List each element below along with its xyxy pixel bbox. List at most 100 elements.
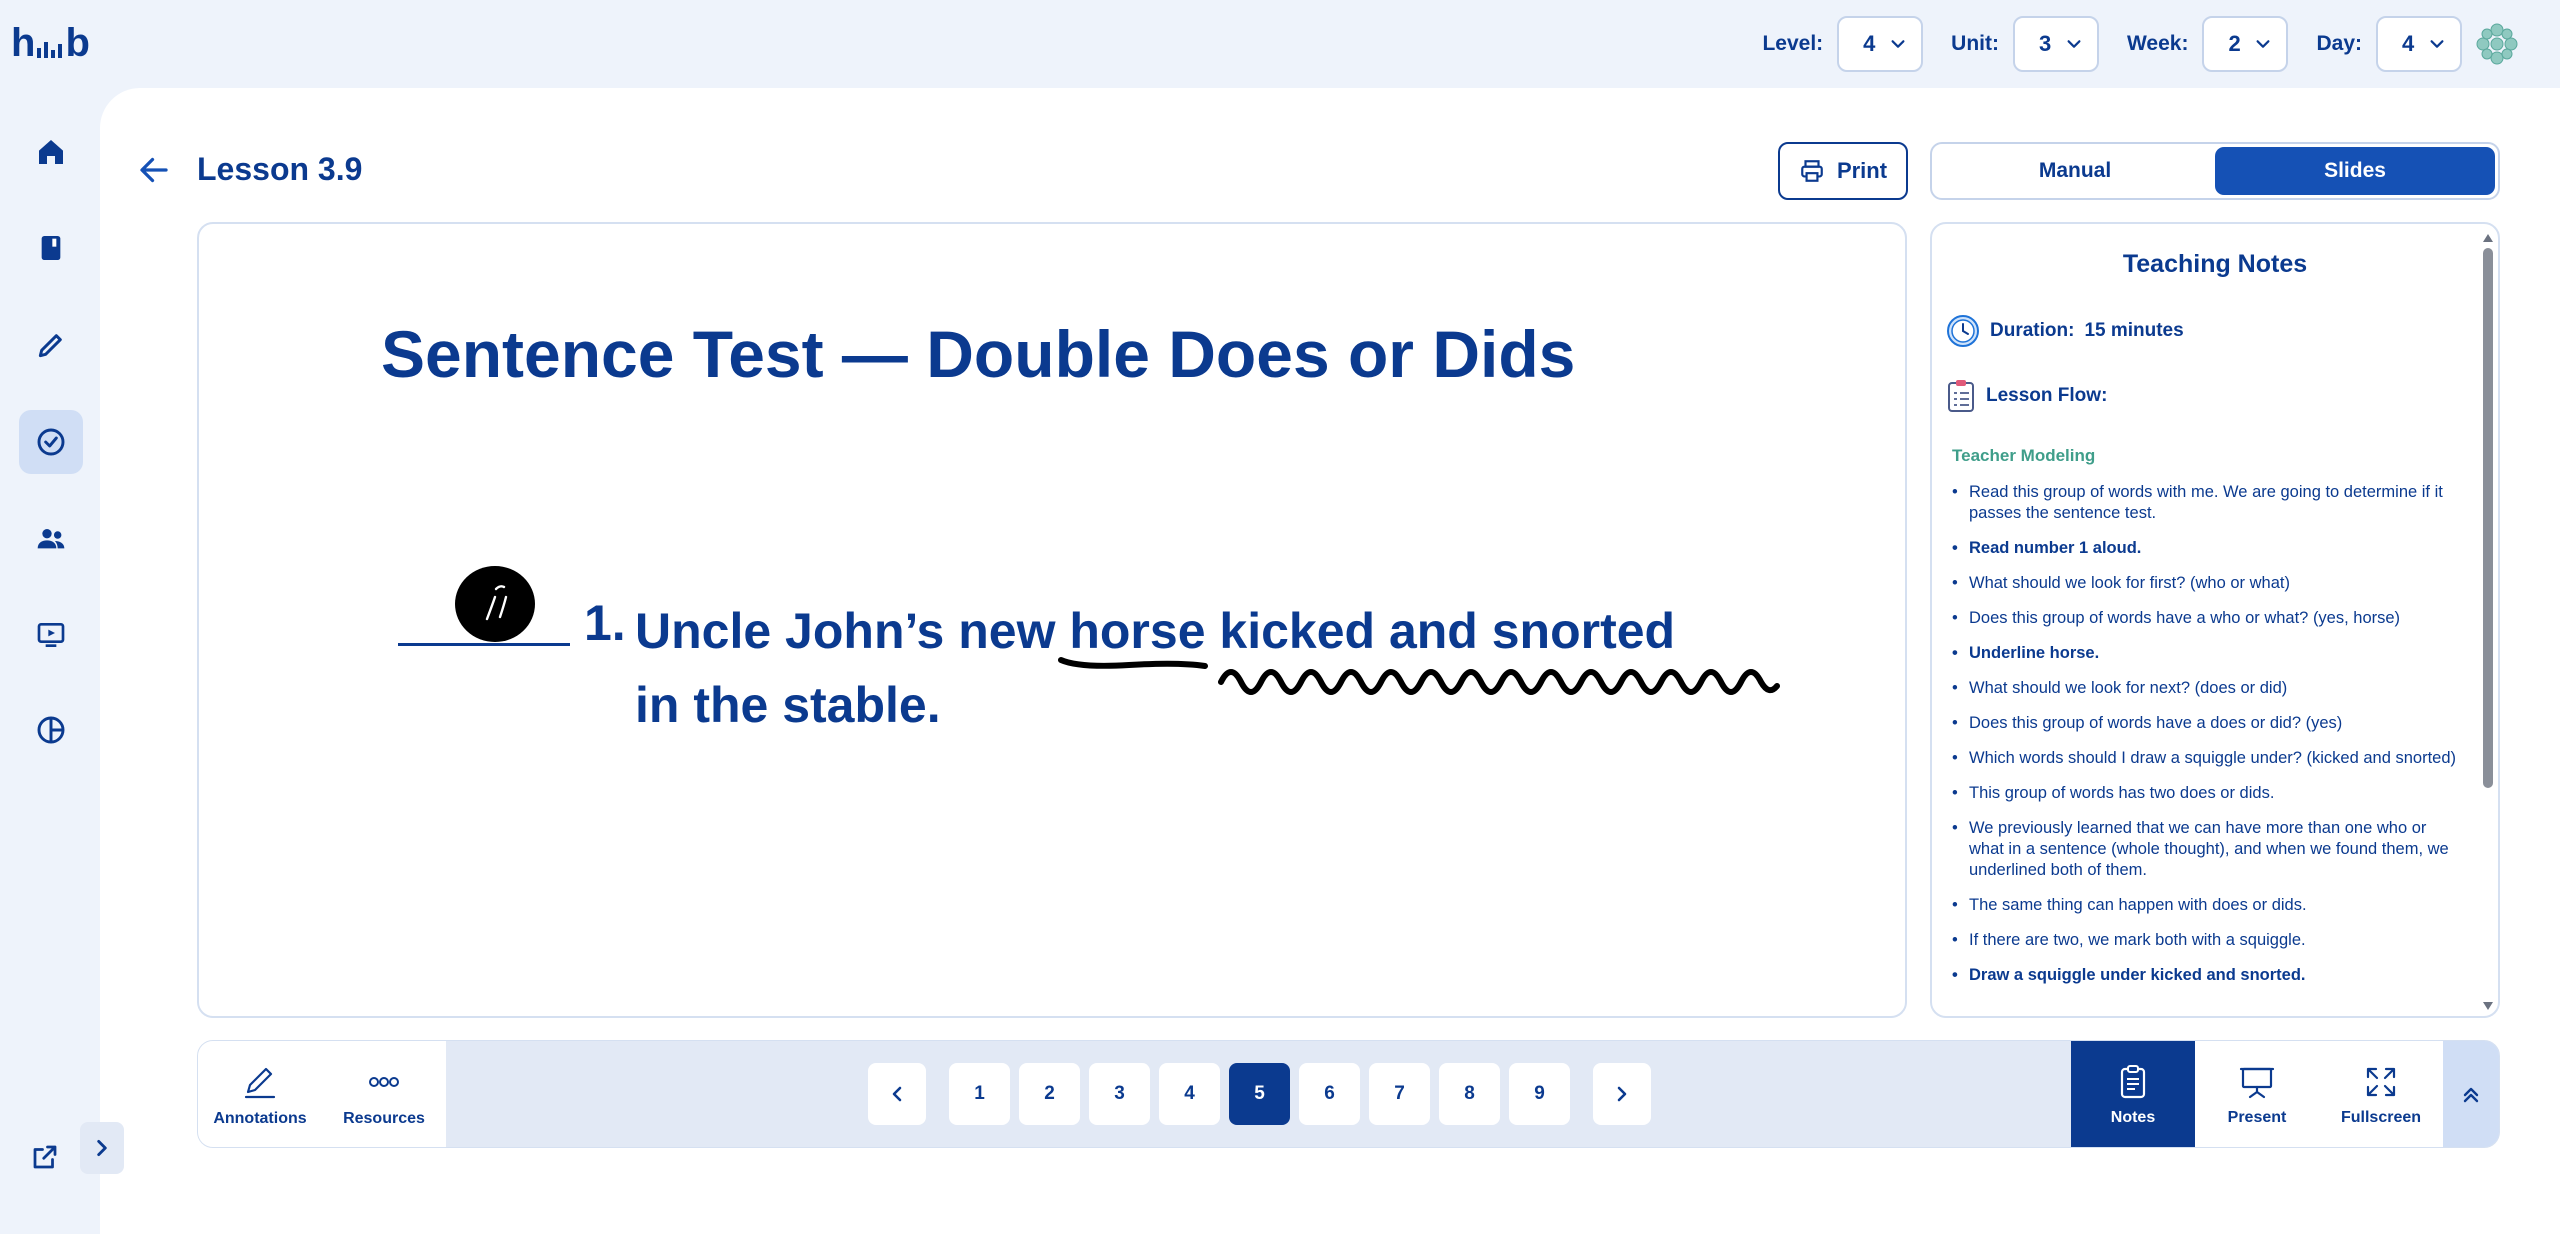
level-label: Level: — [1762, 32, 1824, 55]
right-tools: Notes Present Fullscreen — [2071, 1041, 2499, 1147]
list-item: We previously learned that we can have m… — [1952, 818, 2462, 881]
lesson-selectors: Level: 4 Unit: 3 Week: 2 Day: 4 — [1762, 16, 2490, 72]
present-button[interactable]: Present — [2195, 1041, 2319, 1147]
unit-select[interactable]: 3 — [2012, 16, 2099, 72]
chevrons-up-icon — [2463, 1087, 2479, 1103]
page-button-7[interactable]: 7 — [1369, 1063, 1430, 1125]
avatar[interactable] — [2474, 21, 2520, 67]
scroll-up-icon[interactable] — [2483, 234, 2493, 242]
pencil-icon — [244, 1067, 276, 1099]
notes-scrollbar[interactable] — [2482, 234, 2494, 1010]
notes-label: Notes — [2110, 1109, 2156, 1126]
question-text: Uncle John’s new horse kicked and snorte… — [635, 594, 1735, 742]
annotations-label: Annotations — [213, 1110, 307, 1127]
list-item: What should we look for next? (does or d… — [1952, 678, 2462, 699]
list-item: The same thing can happen with does or d… — [1952, 895, 2462, 916]
nav-home[interactable] — [19, 120, 83, 184]
notes-list: Read this group of words with me. We are… — [1952, 482, 2462, 1000]
day-select[interactable]: 4 — [2376, 16, 2462, 72]
level-select[interactable]: 4 — [1837, 16, 1924, 72]
check-circle-icon — [37, 428, 65, 456]
hub-logo[interactable]: hb — [11, 21, 90, 66]
print-label: Print — [1836, 158, 1888, 183]
resources-button[interactable]: Resources — [322, 1041, 446, 1147]
week-select[interactable]: 2 — [2202, 16, 2289, 72]
tab-slides[interactable]: Slides — [2215, 147, 2495, 195]
clock-icon — [1947, 315, 1979, 347]
home-icon — [39, 140, 63, 164]
list-item: Read number 1 aloud. — [1952, 538, 2462, 559]
page-button-8[interactable]: 8 — [1439, 1063, 1500, 1125]
page-button-2[interactable]: 2 — [1019, 1063, 1080, 1125]
teaching-notes-panel[interactable]: Teaching Notes Duration: 15 minutes Less… — [1930, 222, 2500, 1018]
unit-value: 3 — [2038, 31, 2052, 56]
present-label: Present — [2227, 1109, 2287, 1126]
page-button-3[interactable]: 3 — [1089, 1063, 1150, 1125]
external-link-icon[interactable] — [30, 1142, 60, 1172]
clipboard-icon — [2120, 1065, 2146, 1099]
nav-reports[interactable] — [19, 698, 83, 762]
list-item: Read this group of words with me. We are… — [1952, 482, 2462, 524]
question-number: 1. — [584, 595, 626, 651]
nav-students[interactable] — [19, 507, 83, 571]
fullscreen-label: Fullscreen — [2340, 1109, 2422, 1126]
chevron-down-icon — [2256, 40, 2270, 48]
chevron-right-icon — [97, 1139, 107, 1157]
lesson-title: Lesson 3.9 — [197, 151, 363, 187]
chevron-down-icon — [1891, 40, 1905, 48]
lesson-flow-row: Lesson Flow: — [1946, 379, 2107, 413]
question-line-1: Uncle John’s new horse kicked and snorte… — [635, 603, 1676, 659]
slide-pager: 1 2 3 4 5 6 7 8 9 — [868, 1063, 1651, 1125]
week-label: Week: — [2126, 32, 2189, 55]
chevron-right-icon — [1617, 1086, 1627, 1102]
list-item: This group of words has two does or dids… — [1952, 783, 2462, 804]
left-tools: Annotations Resources — [198, 1041, 446, 1147]
fullscreen-button[interactable]: Fullscreen — [2319, 1041, 2443, 1147]
page-button-6[interactable]: 6 — [1299, 1063, 1360, 1125]
slide-toolbar: Annotations Resources 1 2 3 4 5 6 7 8 9 … — [197, 1040, 2500, 1148]
ink-scribble-annotation — [455, 566, 535, 642]
view-toggle: Manual Slides — [1930, 142, 2500, 200]
week-value: 2 — [2228, 31, 2241, 56]
list-item: Does this group of words have a does or … — [1952, 713, 2462, 734]
notes-title: Teaching Notes — [2122, 250, 2308, 278]
duration-label: Duration: — [1990, 320, 2075, 341]
slide-canvas[interactable]: Sentence Test — Double Does or Dids 1. U… — [197, 222, 1907, 1018]
tab-manual[interactable]: Manual — [1935, 147, 2215, 195]
nav-book[interactable] — [19, 216, 83, 280]
chevron-down-icon — [2430, 40, 2444, 48]
scroll-down-icon[interactable] — [2483, 1002, 2493, 1010]
back-arrow-icon[interactable] — [136, 152, 172, 188]
printer-icon — [1801, 160, 1823, 182]
scroll-thumb[interactable] — [2483, 248, 2493, 788]
page-button-5[interactable]: 5 — [1229, 1063, 1290, 1125]
page-button-1[interactable]: 1 — [949, 1063, 1010, 1125]
list-item: If there are two, we mark both with a sq… — [1952, 930, 2462, 951]
nav-presentations[interactable] — [19, 603, 83, 667]
page-button-4[interactable]: 4 — [1159, 1063, 1220, 1125]
unit-label: Unit: — [1951, 32, 1999, 55]
pencil-icon — [38, 334, 62, 358]
prev-slide-button[interactable] — [868, 1063, 926, 1125]
projector-screen-icon — [2239, 1067, 2275, 1099]
next-slide-button[interactable] — [1593, 1063, 1651, 1125]
list-item: Draw a squiggle under kicked and snorted… — [1952, 965, 2462, 986]
more-horizontal-icon — [369, 1077, 399, 1087]
book-icon — [41, 236, 61, 260]
expand-icon — [2366, 1067, 2396, 1097]
resources-label: Resources — [343, 1110, 425, 1127]
slide-title: Sentence Test — Double Does or Dids — [381, 317, 1576, 391]
annotations-button[interactable]: Annotations — [198, 1041, 322, 1147]
question-line-2: in the stable. — [635, 677, 941, 733]
notes-button[interactable]: Notes — [2071, 1041, 2195, 1147]
day-value: 4 — [2402, 31, 2415, 56]
expand-sidebar-button[interactable] — [80, 1122, 124, 1174]
print-button[interactable]: Print — [1778, 142, 1908, 200]
page-button-9[interactable]: 9 — [1509, 1063, 1570, 1125]
nav-pencil[interactable] — [19, 313, 83, 377]
nav-assessments[interactable] — [19, 410, 83, 474]
list-item: Underline horse. — [1952, 643, 2462, 664]
list-item: Which words should I draw a squiggle und… — [1952, 748, 2462, 769]
collapse-toolbar-button[interactable] — [2443, 1041, 2499, 1147]
level-value: 4 — [1863, 31, 1876, 56]
